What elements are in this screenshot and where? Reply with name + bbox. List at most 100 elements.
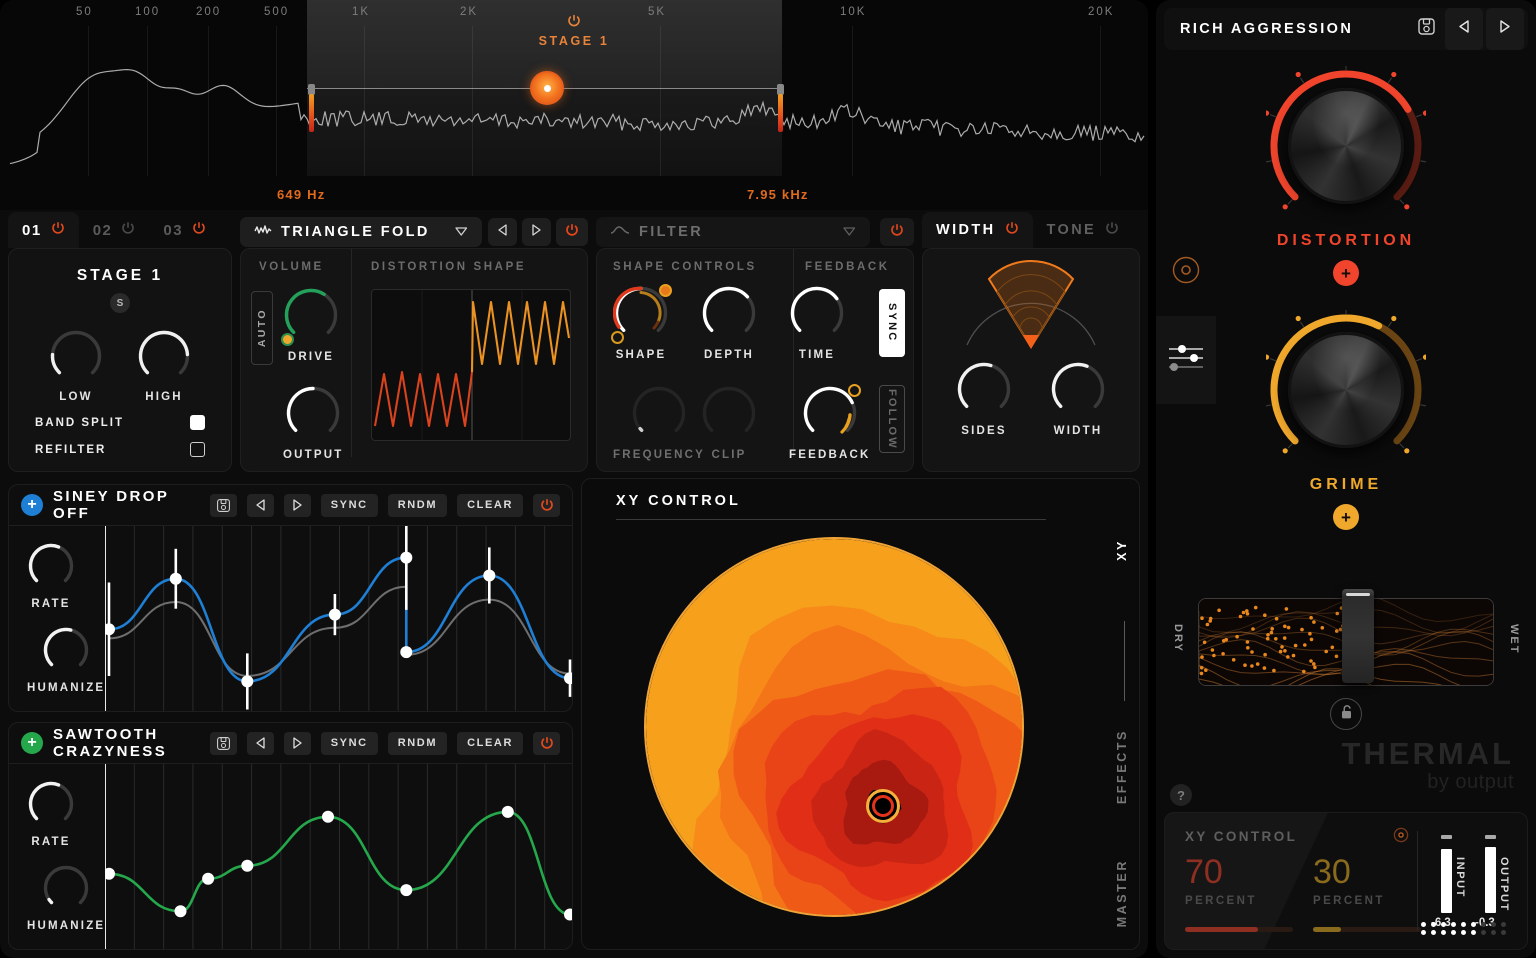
indicator-dot — [1441, 922, 1446, 927]
stage-tab-02[interactable]: 02 — [79, 212, 150, 248]
mod-dot[interactable] — [611, 331, 624, 344]
knob-clip[interactable]: CLIP — [701, 385, 757, 461]
knob-shape[interactable]: SHAPE — [613, 285, 669, 361]
solo-badge[interactable]: S — [110, 293, 130, 313]
power-icon[interactable] — [567, 14, 581, 31]
xy-tab-effects[interactable]: EFFECTS — [1115, 729, 1129, 804]
distortion-shape-display[interactable] — [371, 289, 571, 441]
checkbox-row[interactable]: BAND SPLIT — [9, 415, 231, 430]
auto-button[interactable]: AUTO — [251, 291, 273, 365]
help-button[interactable]: ? — [1170, 784, 1192, 806]
link-button[interactable] — [1393, 827, 1409, 848]
mod-dot[interactable] — [281, 333, 294, 346]
lfo-random-button[interactable]: RNDM — [388, 732, 447, 755]
prev-preset-button[interactable] — [488, 218, 517, 246]
shape-controls-section-label: SHAPE CONTROLS — [613, 261, 757, 273]
knob-rate[interactable]: RATE — [27, 780, 75, 848]
lfo-save-button[interactable] — [210, 494, 237, 517]
add-icon[interactable]: + — [21, 494, 43, 516]
sync-button[interactable]: SYNC — [879, 289, 905, 357]
lfo-sync-button[interactable]: SYNC — [321, 494, 378, 517]
spectrum-high-handle[interactable] — [778, 94, 783, 132]
width-visualizer[interactable] — [923, 259, 1139, 355]
macro-sliders-button[interactable] — [1156, 316, 1216, 404]
power-icon[interactable] — [1005, 221, 1019, 239]
power-icon[interactable] — [192, 221, 206, 239]
mix-thumb[interactable] — [1342, 589, 1374, 683]
lfo-name[interactable]: SAWTOOTH CRAZYNESS — [53, 726, 200, 760]
checkbox[interactable] — [190, 415, 205, 430]
next-preset-button[interactable] — [1486, 8, 1524, 50]
stage-tab-01[interactable]: 01 — [8, 212, 79, 248]
lfo-next-button[interactable] — [284, 732, 311, 755]
knob-width[interactable]: WIDTH — [1050, 361, 1106, 437]
knob-humanize[interactable]: HUMANIZE — [27, 864, 105, 932]
xy-cursor[interactable] — [866, 789, 900, 823]
readout-bar-fill — [1313, 927, 1341, 932]
mod-dot[interactable] — [848, 384, 861, 397]
knob-label: CLIP — [701, 449, 757, 461]
lfo-prev-button[interactable] — [247, 494, 274, 517]
power-icon[interactable] — [121, 221, 135, 239]
lfo-name[interactable]: SINEY DROP OFF — [53, 488, 200, 522]
tab-width[interactable]: WIDTH — [922, 212, 1033, 248]
power-icon[interactable] — [51, 221, 65, 239]
lfo-clear-button[interactable]: CLEAR — [457, 732, 523, 755]
lfo-1-curve-editor[interactable] — [105, 526, 573, 712]
lfo-2-curve-editor[interactable] — [105, 764, 573, 950]
knob-output[interactable]: OUTPUT — [283, 385, 343, 461]
lfo-2-body[interactable]: RATE HUMANIZE — [9, 763, 572, 950]
lfo-sync-button[interactable]: SYNC — [321, 732, 378, 755]
add-icon[interactable]: + — [21, 732, 43, 754]
checkbox-row[interactable]: REFILTER — [9, 442, 231, 457]
knob-humanize[interactable]: HUMANIZE — [27, 626, 105, 694]
knob-high[interactable]: HIGH — [137, 329, 191, 403]
knob-low[interactable]: LOW — [49, 329, 103, 403]
next-preset-button[interactable] — [522, 218, 551, 246]
lfo-save-button[interactable] — [210, 732, 237, 755]
follow-button[interactable]: FOLLOW — [879, 385, 905, 453]
spectrum-low-handle[interactable] — [309, 94, 314, 132]
meter-label: INPUT — [1454, 857, 1466, 898]
xy-pad[interactable] — [644, 537, 1024, 917]
save-preset-button[interactable] — [1407, 8, 1445, 50]
chevron-down-icon[interactable] — [455, 224, 468, 240]
prev-preset-button[interactable] — [1445, 8, 1483, 50]
xy-target-button[interactable] — [1156, 228, 1216, 316]
tab-tone[interactable]: TONE — [1033, 212, 1134, 248]
knob-feedback[interactable]: FEEDBACK — [789, 385, 871, 461]
add-icon[interactable]: + — [1333, 260, 1359, 286]
distortion-power-button[interactable] — [556, 218, 588, 246]
knob-time[interactable]: TIME — [789, 285, 845, 361]
shape-controls-panel: SHAPE CONTROLS FEEDBACK SHAPE DEPTH TIME… — [596, 248, 914, 472]
filter-power-button[interactable] — [880, 218, 914, 246]
knob-drive[interactable]: DRIVE — [283, 287, 339, 363]
macro-knob[interactable] — [1266, 310, 1426, 470]
knob-rate[interactable]: RATE — [27, 542, 75, 610]
lfo-power-button[interactable] — [533, 732, 560, 755]
add-icon[interactable]: + — [1333, 504, 1359, 530]
xy-tab-xy[interactable]: XY — [1115, 539, 1129, 561]
preset-name[interactable]: RICH AGGRESSION — [1164, 21, 1407, 37]
knob-depth[interactable]: DEPTH — [701, 285, 757, 361]
knob-frequency[interactable]: FREQUENCY — [613, 385, 705, 461]
lfo-random-button[interactable]: RNDM — [388, 494, 447, 517]
mod-dot[interactable] — [659, 284, 672, 297]
xy-tab-master[interactable]: MASTER — [1115, 859, 1129, 927]
lfo-clear-button[interactable]: CLEAR — [457, 494, 523, 517]
knob-sides[interactable]: SIDES — [956, 361, 1012, 437]
tab-filter[interactable]: FILTER — [596, 217, 870, 247]
lfo-1-body[interactable]: RATE HUMANIZE — [9, 525, 572, 712]
mix-lock-button[interactable] — [1330, 698, 1362, 730]
chevron-down-icon[interactable] — [843, 224, 856, 240]
tab-triangle-fold[interactable]: TRIANGLE FOLD — [240, 217, 482, 247]
macro-knob[interactable] — [1266, 66, 1426, 226]
power-icon[interactable] — [1105, 221, 1119, 239]
spectrum-node-handle[interactable] — [530, 71, 564, 105]
spectrum-display[interactable]: 501002005001K2K5K10K20K STAGE 1 6 — [0, 0, 1148, 210]
stage-tab-03[interactable]: 03 — [149, 212, 220, 248]
checkbox[interactable] — [190, 442, 205, 457]
lfo-prev-button[interactable] — [247, 732, 274, 755]
lfo-next-button[interactable] — [284, 494, 311, 517]
lfo-power-button[interactable] — [533, 494, 560, 517]
